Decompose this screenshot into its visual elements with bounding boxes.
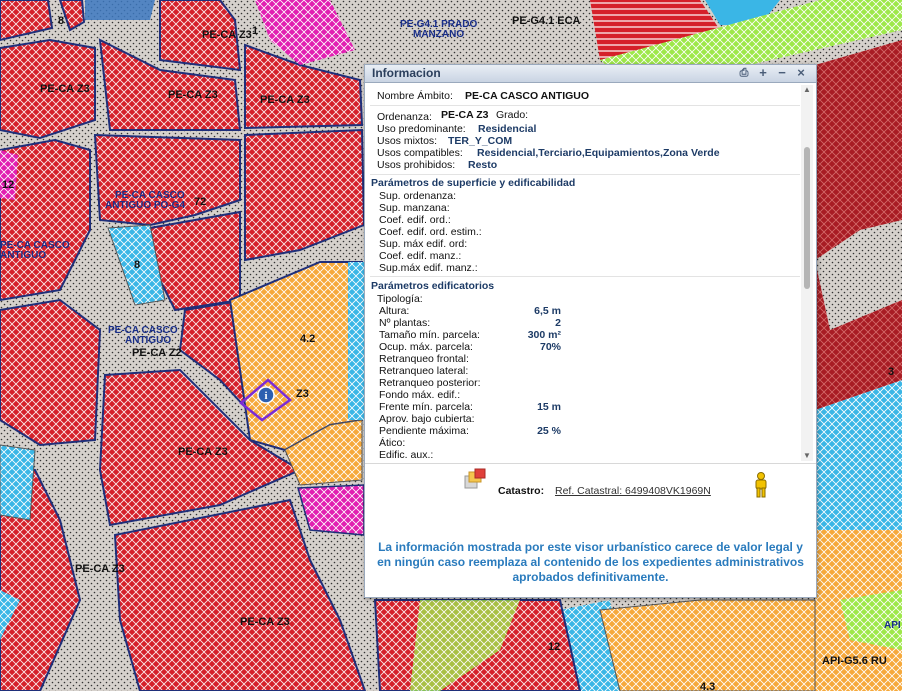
map-label: API-G5.6 RU	[822, 655, 887, 667]
map-label: 8	[58, 15, 64, 27]
map-label: PE-CA Z3	[260, 94, 310, 106]
map-label: 4.2	[300, 333, 315, 345]
grado-label: Grado:	[496, 109, 529, 121]
map-label: MANZANO	[413, 29, 464, 40]
edif-row-label: Retranqueo lateral:	[379, 365, 469, 377]
usos-prohibidos-label: Usos prohibidos:	[377, 159, 456, 171]
superficie-row: Sup. máx edif. ord:	[379, 238, 468, 250]
usos-mixtos-label: Usos mixtos:	[377, 135, 438, 147]
ambito-value: PE-CA CASCO ANTIGUO	[465, 90, 590, 102]
map-label: PE-CA Z3	[75, 563, 125, 575]
edif-row-label: Ocup. máx. parcela:	[379, 341, 473, 353]
edif-row-label: Altura:	[379, 305, 410, 317]
info-icon[interactable]: i	[257, 386, 275, 404]
catastro-bar: Catastro: Ref. Catastral: 6499408VK1969N	[365, 463, 816, 534]
uso-predominante-label: Uso predominante:	[377, 123, 466, 135]
popup-scrollbar[interactable]: ▲ ▼	[801, 85, 813, 461]
edif-row-label: Tipología:	[377, 293, 423, 305]
scroll-down-icon[interactable]: ▼	[801, 451, 813, 461]
map-label: PE-CA Z2	[132, 347, 182, 359]
section-edificatorios: Parámetros edificatorios	[371, 280, 495, 292]
map-label: API	[884, 620, 901, 631]
usos-mixtos-value: TER_Y_COM	[448, 135, 513, 147]
map-label: PE-CA Z3	[40, 83, 90, 95]
edif-row-label: Aprov. bajo cubierta:	[379, 413, 475, 425]
edif-row-label: Retranqueo posterior:	[379, 377, 481, 389]
map-label: Z3	[296, 388, 309, 400]
info-popup[interactable]: Informacion ⎙ + − × Nombre Ámbito: PE-CA…	[364, 64, 817, 598]
edif-row-label: Pendiente máxima:	[379, 425, 469, 437]
edif-row-label: Ático:	[379, 437, 406, 449]
map-label: 3	[888, 366, 894, 378]
map-label: ANTIGUO PO-G4	[105, 200, 185, 211]
maximize-icon[interactable]: +	[756, 65, 770, 81]
map-label: 72	[194, 196, 206, 208]
map-label: PE-CA Z3	[178, 446, 228, 458]
edif-row-value: 6,5 m	[534, 305, 561, 317]
popup-header[interactable]: Informacion ⎙ + − ×	[365, 65, 816, 83]
superficie-row: Coef. edif. ord. estim.:	[379, 226, 482, 238]
layers-icon[interactable]	[463, 468, 487, 492]
map-label: 8	[134, 259, 140, 271]
map-label: ANTIGUO	[0, 250, 46, 261]
catastro-label: Catastro:	[498, 485, 545, 497]
usos-compatibles-value: Residencial,Terciario,Equipamientos,Zona…	[477, 147, 720, 159]
svg-text:i: i	[264, 390, 267, 402]
edif-row-label: Retranqueo frontal:	[379, 353, 469, 365]
map-label: 1	[252, 25, 258, 37]
minimize-icon[interactable]: −	[775, 65, 789, 81]
map-label: 12	[2, 179, 14, 191]
ambito-label: Nombre Ámbito:	[377, 90, 453, 102]
edif-row-label: Frente mín. parcela:	[379, 401, 473, 413]
superficie-row: Sup. manzana:	[379, 202, 450, 214]
popup-content[interactable]: Nombre Ámbito: PE-CA CASCO ANTIGUO Orden…	[366, 84, 813, 462]
section-superficie: Parámetros de superficie y edificabilida…	[371, 177, 576, 189]
superficie-row: Sup. ordenanza:	[379, 190, 457, 202]
superficie-row: Sup.máx edif. manz.:	[379, 262, 478, 274]
ordenanza-value: PE-CA Z3	[441, 109, 489, 121]
popup-title: Informacion	[372, 66, 441, 80]
usos-compatibles-label: Usos compatibles:	[377, 147, 463, 159]
uso-predominante-value: Residencial	[478, 123, 537, 135]
map-label: 4.3	[700, 681, 715, 691]
superficie-row: Coef. edif. manz.:	[379, 250, 462, 262]
edif-row-value: 300 m²	[527, 329, 561, 341]
edif-row-label: Fondo máx. edif.:	[379, 389, 461, 401]
ordenanza-label: Ordenanza:	[377, 111, 432, 123]
map-label: PE-CA Z3	[168, 89, 218, 101]
edif-row-label: Tamaño mín. parcela:	[379, 329, 480, 341]
map-label: PE-CA Z3	[202, 29, 252, 41]
close-icon[interactable]: ×	[794, 65, 808, 81]
scroll-thumb[interactable]	[804, 147, 810, 289]
map-label: PE-G4.1 ECA	[512, 15, 581, 27]
pegman-icon[interactable]	[753, 472, 769, 498]
scroll-up-icon[interactable]: ▲	[801, 85, 813, 95]
map-label: 12	[548, 641, 560, 653]
edif-row-value: 70%	[539, 341, 561, 353]
edif-row-value: 2	[555, 317, 561, 329]
legal-disclaimer: La información mostrada por este visor u…	[377, 540, 804, 584]
map-label: PE-CA Z3	[240, 616, 290, 628]
edif-row-value: 25 %	[537, 425, 561, 437]
map-label: ANTIGUO	[125, 335, 171, 346]
superficie-row: Coef. edif. ord.:	[379, 214, 451, 226]
edif-row-label: Nº plantas:	[379, 317, 431, 329]
edif-row-value: 15 m	[537, 401, 561, 413]
catastro-link[interactable]: Ref. Catastral: 6499408VK1969N	[555, 485, 711, 497]
usos-prohibidos-value: Resto	[468, 159, 498, 171]
edif-row-label: Edific. aux.:	[379, 449, 434, 461]
print-icon[interactable]: ⎙	[737, 65, 751, 81]
